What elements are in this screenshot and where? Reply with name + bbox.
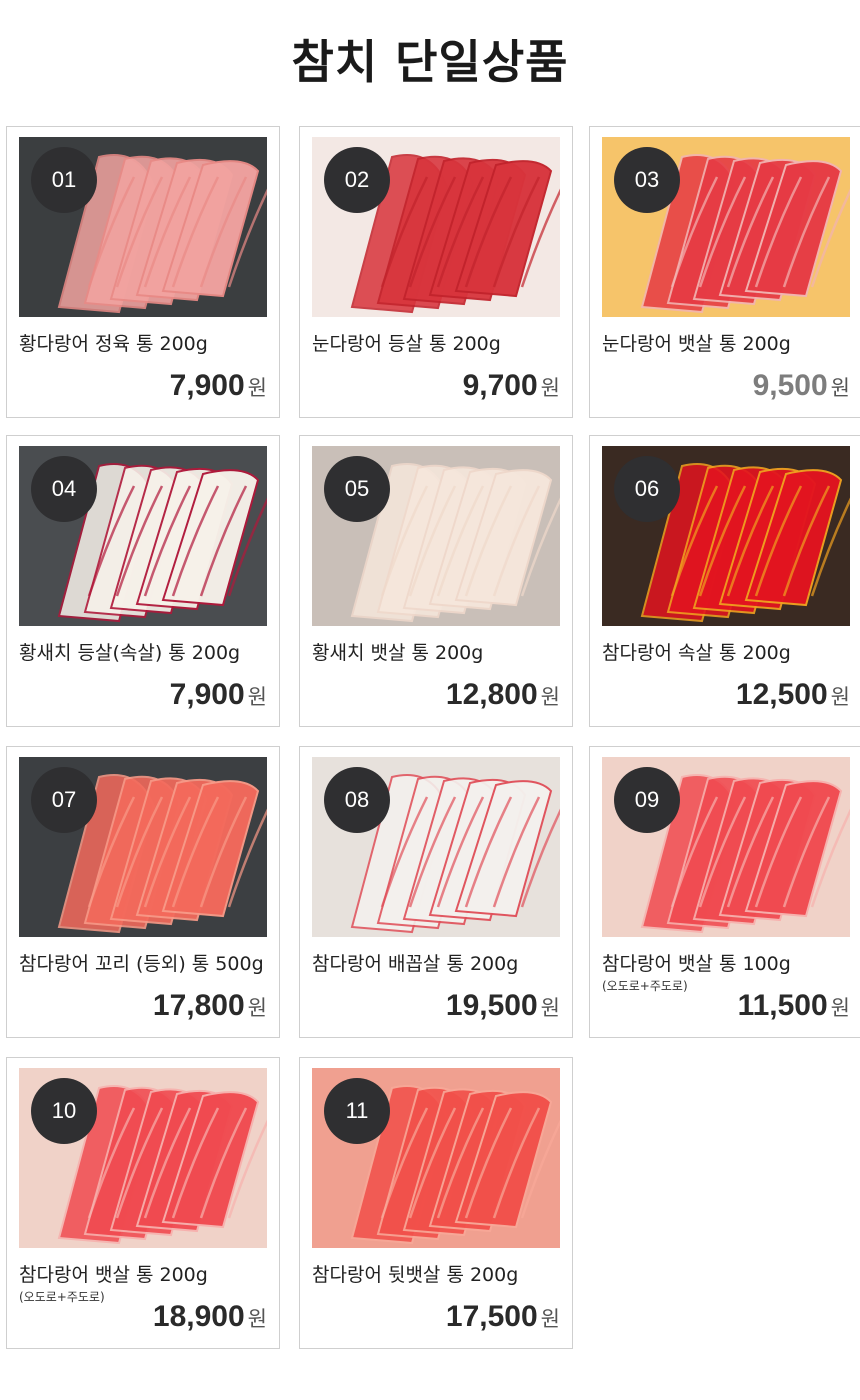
product-card-09[interactable]: 09 참다랑어 뱃살 통 100g (오도로+주도로) 11,500 원 [589, 746, 860, 1038]
product-price-row: 17,800 원 [153, 986, 267, 1026]
page-title: 참치 단일상품 [291, 35, 569, 89]
product-image[interactable]: 10 [19, 1068, 267, 1248]
product-price-row: 18,900 원 [153, 1297, 267, 1337]
product-name[interactable]: 눈다랑어 등살 통 200g [312, 331, 566, 357]
product-number-badge: 06 [614, 456, 680, 522]
product-image[interactable]: 05 [312, 446, 560, 626]
product-name[interactable]: 참다랑어 뱃살 통 100g [602, 951, 856, 977]
product-price: 19,500 [445, 989, 538, 1022]
product-card-05[interactable]: 05 황새치 뱃살 통 200g 12,800 원 [299, 435, 573, 727]
product-price-row: 9,700 원 [463, 366, 560, 406]
product-card-07[interactable]: 07 참다랑어 꼬리 (등외) 통 500g 17,800 원 [6, 746, 280, 1038]
product-number-badge: 10 [31, 1078, 97, 1144]
currency-label: 원 [247, 1307, 267, 1331]
product-card-01[interactable]: 01 황다랑어 정육 통 200g 7,900 원 [6, 126, 280, 418]
product-number-badge: 09 [614, 767, 680, 833]
product-price: 11,500 [737, 989, 828, 1022]
currency-label: 원 [247, 685, 267, 709]
product-price: 12,800 [445, 678, 538, 711]
product-price: 7,900 [169, 678, 245, 711]
product-name[interactable]: 참다랑어 꼬리 (등외) 통 500g [19, 951, 273, 977]
product-price: 17,800 [152, 989, 245, 1022]
product-price-row: 17,500 원 [446, 1297, 560, 1337]
product-number-badge: 05 [324, 456, 390, 522]
product-number-badge: 03 [614, 147, 680, 213]
product-price-row: 12,800 원 [446, 675, 560, 715]
product-name[interactable]: 참다랑어 속살 통 200g [602, 640, 856, 666]
product-price: 9,700 [462, 369, 538, 402]
currency-label: 원 [247, 376, 267, 400]
product-image[interactable]: 01 [19, 137, 267, 317]
product-name[interactable]: 황새치 등살(속살) 통 200g [19, 640, 273, 666]
product-number-badge: 01 [31, 147, 97, 213]
product-image[interactable]: 08 [312, 757, 560, 937]
product-card-03[interactable]: 03 눈다랑어 뱃살 통 200g 9,500 원 [589, 126, 860, 418]
product-image[interactable]: 09 [602, 757, 850, 937]
product-name[interactable]: 참다랑어 뒷뱃살 통 200g [312, 1262, 566, 1288]
product-image[interactable]: 11 [312, 1068, 560, 1248]
product-image[interactable]: 04 [19, 446, 267, 626]
currency-label: 원 [540, 996, 560, 1020]
product-subtitle: (오도로+주도로) [602, 979, 688, 993]
product-name[interactable]: 참다랑어 배꼽살 통 200g [312, 951, 566, 977]
product-name[interactable]: 황다랑어 정육 통 200g [19, 331, 273, 357]
currency-label: 원 [540, 685, 560, 709]
currency-label: 원 [540, 376, 560, 400]
product-price-row: 19,500 원 [446, 986, 560, 1026]
product-card-04[interactable]: 04 황새치 등살(속살) 통 200g 7,900 원 [6, 435, 280, 727]
product-number-badge: 02 [324, 147, 390, 213]
product-price: 7,900 [169, 369, 245, 402]
product-price-row: 12,500 원 [736, 675, 850, 715]
product-card-06[interactable]: 06 참다랑어 속살 통 200g 12,500 원 [589, 435, 860, 727]
product-price: 17,500 [445, 1300, 538, 1333]
product-subtitle: (오도로+주도로) [19, 1290, 105, 1304]
product-image[interactable]: 02 [312, 137, 560, 317]
currency-label: 원 [540, 1307, 560, 1331]
product-number-badge: 08 [324, 767, 390, 833]
product-card-10[interactable]: 10 참다랑어 뱃살 통 200g (오도로+주도로) 18,900 원 [6, 1057, 280, 1349]
product-price: 18,900 [152, 1300, 245, 1333]
currency-label: 원 [830, 376, 850, 400]
currency-label: 원 [830, 996, 850, 1020]
product-number-badge: 07 [31, 767, 97, 833]
product-price-row: 7,900 원 [170, 675, 267, 715]
product-card-02[interactable]: 02 눈다랑어 등살 통 200g 9,700 원 [299, 126, 573, 418]
product-price-row: 11,500 원 [738, 986, 850, 1026]
product-card-11[interactable]: 11 참다랑어 뒷뱃살 통 200g 17,500 원 [299, 1057, 573, 1349]
product-image[interactable]: 07 [19, 757, 267, 937]
product-card-08[interactable]: 08 참다랑어 배꼽살 통 200g 19,500 원 [299, 746, 573, 1038]
product-price: 12,500 [735, 678, 828, 711]
product-name[interactable]: 참다랑어 뱃살 통 200g [19, 1262, 273, 1288]
product-number-badge: 11 [324, 1078, 390, 1144]
product-image[interactable]: 03 [602, 137, 850, 317]
product-image[interactable]: 06 [602, 446, 850, 626]
product-price-row: 9,500 원 [753, 366, 850, 406]
currency-label: 원 [830, 685, 850, 709]
product-price-row: 7,900 원 [170, 366, 267, 406]
product-number-badge: 04 [31, 456, 97, 522]
product-price: 9,500 [752, 369, 828, 402]
currency-label: 원 [247, 996, 267, 1020]
product-name[interactable]: 눈다랑어 뱃살 통 200g [602, 331, 856, 357]
product-name[interactable]: 황새치 뱃살 통 200g [312, 640, 566, 666]
